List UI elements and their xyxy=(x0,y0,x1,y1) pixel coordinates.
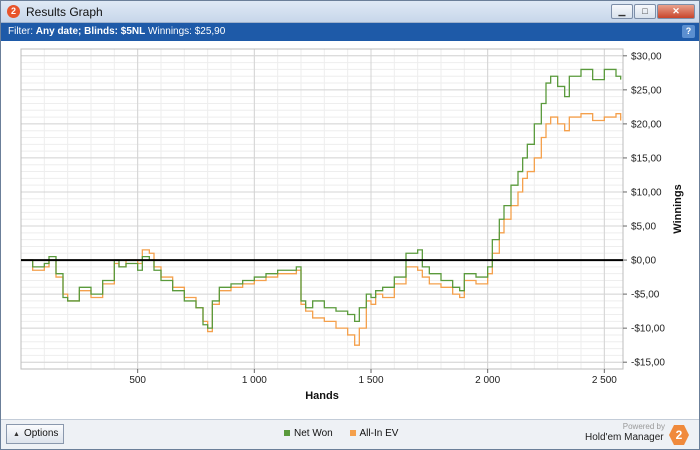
y-tick-label: -$5,00 xyxy=(631,290,660,301)
footer-bar: ▲ Options Net Won All-In EV Powered by Ho… xyxy=(1,419,699,449)
chart-legend: Net Won All-In EV xyxy=(284,428,412,439)
grid xyxy=(20,48,624,370)
y-tick-label: $5,00 xyxy=(631,222,656,233)
close-button[interactable]: ✕ xyxy=(657,4,695,19)
window-title: Results Graph xyxy=(26,5,103,19)
y-tick-label: $10,00 xyxy=(631,187,662,198)
filter-winnings: Winnings: $25,90 xyxy=(148,26,226,37)
app-logo-icon: 2 xyxy=(7,5,20,18)
legend-label-net-won: Net Won xyxy=(294,428,333,439)
y-axis-title: Winnings xyxy=(672,184,684,233)
x-tick-label: 2 500 xyxy=(592,375,617,386)
options-label: Options xyxy=(23,428,59,439)
results-graph-window: 2 Results Graph ▁ □ ✕ Filter: Any date; … xyxy=(0,0,700,450)
series-lines xyxy=(21,68,622,346)
y-tick-label: $25,00 xyxy=(631,85,662,96)
y-tick-label: $20,00 xyxy=(631,119,662,130)
legend-swatch-net-won xyxy=(284,430,290,437)
maximize-button[interactable]: □ xyxy=(634,4,656,19)
x-tick-label: 2 000 xyxy=(475,375,500,386)
y-tick-label: -$15,00 xyxy=(631,358,665,369)
powered-by-text: Powered by xyxy=(622,422,665,431)
legend-label-all-in-ev: All-In EV xyxy=(359,428,399,439)
legend-swatch-all-in-ev xyxy=(349,430,356,437)
filter-date: Any date; xyxy=(35,26,82,37)
y-tick-label: $30,00 xyxy=(631,51,662,62)
filter-bar: Filter: Any date; Blinds: $5NL Winnings:… xyxy=(1,23,699,41)
x-axis-title: Hands xyxy=(305,390,339,402)
y-tick-label: $15,00 xyxy=(631,153,662,164)
help-button[interactable]: ? xyxy=(682,25,695,38)
y-tick-label: $0,00 xyxy=(631,256,656,267)
chart-svg: $30,00 $25,00 $20,00 $15,00 $10,00 $5,00 $0,00… xyxy=(20,48,684,402)
legend-item-net-won: Net Won xyxy=(284,428,333,439)
brand-name: Hold'em Manager xyxy=(585,432,664,443)
title-bar[interactable]: 2 Results Graph ▁ □ ✕ xyxy=(1,1,699,23)
minimize-button[interactable]: ▁ xyxy=(611,4,633,19)
filter-blinds: Blinds: $5NL xyxy=(84,26,146,37)
x-tick-label: 500 xyxy=(129,375,146,386)
legend-item-all-in-ev: All-In EV xyxy=(349,428,399,439)
results-chart: $30,00 $25,00 $20,00 $15,00 $10,00 $5,00 $0,00… xyxy=(1,41,699,419)
hem-logo-icon: 2 xyxy=(669,425,689,445)
caret-up-icon: ▲ xyxy=(13,431,20,438)
series-line-all-in-ev xyxy=(21,113,622,346)
x-tick-label: 1 500 xyxy=(358,375,383,386)
options-button[interactable]: ▲ Options xyxy=(6,424,64,444)
y-tick-label: -$10,00 xyxy=(631,324,665,335)
x-tick-label: 1 000 xyxy=(242,375,267,386)
filter-prefix: Filter: xyxy=(8,26,33,37)
